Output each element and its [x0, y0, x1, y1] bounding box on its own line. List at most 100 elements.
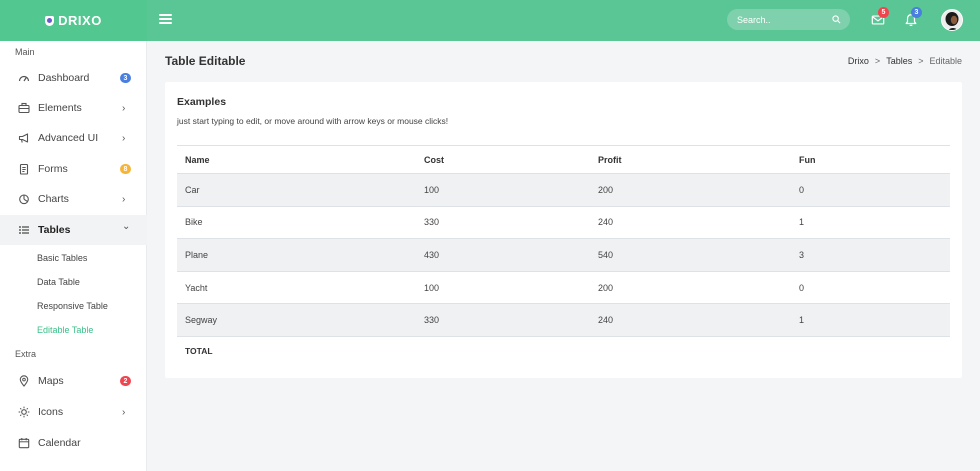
column-header-name: Name	[177, 145, 416, 174]
sidebar-item-maps[interactable]: Maps 2	[0, 366, 147, 396]
table-cell[interactable]: 100	[416, 271, 590, 305]
search-icon[interactable]	[832, 15, 841, 24]
sidebar-item-label: Tables	[38, 224, 71, 236]
breadcrumb-current: Editable	[929, 56, 962, 66]
mail-count-badge: 5	[878, 7, 889, 18]
briefcase-icon	[18, 102, 30, 114]
sidebar-item-label: Charts	[38, 193, 69, 205]
sidebar-item-tables[interactable]: Tables ⌄	[0, 215, 147, 245]
menu-toggle-button[interactable]	[159, 14, 172, 24]
brand-name: DRIXO	[58, 13, 102, 28]
table-cell[interactable]: 100	[416, 173, 590, 207]
table-total-cell	[590, 336, 791, 364]
brand-area: DRIXO	[0, 0, 147, 41]
sidebar-heading-main: Main	[15, 47, 35, 57]
column-header-cost: Cost	[416, 145, 590, 174]
user-avatar[interactable]	[941, 9, 963, 31]
table-cell[interactable]: 0	[791, 173, 950, 207]
map-pin-icon	[18, 375, 30, 387]
table-cell[interactable]: Bike	[177, 206, 416, 240]
sidebar-item-forms[interactable]: Forms 8	[0, 154, 147, 184]
sidebar-item-label: Elements	[38, 102, 82, 114]
table-footer-row: TOTAL	[177, 336, 950, 364]
table-cell[interactable]: Car	[177, 173, 416, 207]
top-bar: DRIXO 5 3	[0, 0, 980, 41]
table-total-cell	[416, 336, 590, 364]
table-row: Segway 330 240 1	[177, 303, 950, 337]
breadcrumb-separator-icon: >	[874, 56, 881, 66]
table-cell[interactable]: 200	[590, 173, 791, 207]
editable-table: Name Cost Profit Fun Car 100 200 0 Bike …	[177, 145, 950, 364]
card-subtitle: just start typing to edit, or move aroun…	[177, 116, 449, 126]
notifications-button[interactable]: 3	[901, 7, 922, 30]
sidebar-item-calendar[interactable]: Calendar	[0, 428, 147, 458]
table-cell[interactable]: 330	[416, 303, 590, 337]
table-cell[interactable]: 1	[791, 303, 950, 337]
hamburger-icon-bar	[159, 14, 172, 16]
table-row: Car 100 200 0	[177, 173, 950, 207]
table-cell[interactable]: 1	[791, 206, 950, 240]
table-cell[interactable]: 240	[590, 206, 791, 240]
table-row: Plane 430 540 3	[177, 238, 950, 272]
brand-logo[interactable]: DRIXO	[45, 13, 102, 28]
sidebar-item-charts[interactable]: Charts ›	[0, 184, 147, 214]
table-total-cell	[791, 336, 950, 364]
chevron-right-icon: ›	[122, 102, 126, 114]
table-cell[interactable]: 240	[590, 303, 791, 337]
calendar-icon	[18, 437, 30, 449]
sidebar-item-label: Dashboard	[38, 72, 90, 84]
chevron-right-icon: ›	[122, 193, 126, 205]
table-row: Yacht 100 200 0	[177, 271, 950, 305]
search-box	[727, 9, 850, 30]
sidebar-item-label: Icons	[38, 406, 64, 418]
chevron-right-icon: ›	[122, 132, 126, 144]
megaphone-icon	[18, 132, 30, 144]
notification-count-badge: 3	[911, 7, 922, 18]
breadcrumb-separator-icon: >	[918, 56, 924, 66]
hamburger-icon-bar	[159, 22, 172, 24]
maps-count-badge: 2	[120, 376, 131, 386]
sidebar-item-icons[interactable]: Icons ›	[0, 397, 147, 427]
table-total-label: TOTAL	[185, 345, 213, 356]
table-cell[interactable]: 330	[416, 206, 590, 240]
table-cell[interactable]: Segway	[177, 303, 416, 337]
forms-count-badge: 8	[120, 164, 131, 174]
sidebar-subitem-responsive-table[interactable]: Responsive Table	[37, 301, 108, 311]
pie-chart-icon	[18, 193, 30, 205]
sidebar-item-label: Maps	[38, 375, 64, 387]
table-cell[interactable]: Plane	[177, 238, 416, 272]
table-cell[interactable]: 0	[791, 271, 950, 305]
chevron-down-icon: ⌄	[122, 221, 131, 232]
examples-card: Examples just start typing to edit, or m…	[165, 82, 962, 378]
table-cell[interactable]: 200	[590, 271, 791, 305]
dashboard-gauge-icon	[18, 72, 30, 84]
sidebar-item-elements[interactable]: Elements ›	[0, 93, 147, 123]
sun-icon	[18, 406, 30, 418]
table-cell[interactable]: 430	[416, 238, 590, 272]
breadcrumb: Drixo > Tables > Editable	[848, 56, 962, 66]
list-icon	[18, 224, 30, 236]
chevron-right-icon: ›	[122, 406, 126, 418]
sidebar-heading-extra: Extra	[15, 349, 37, 359]
card-title: Examples	[177, 96, 227, 108]
search-input[interactable]	[737, 9, 832, 30]
sidebar-item-advanced-ui[interactable]: Advanced UI ›	[0, 123, 147, 153]
page-title: Table Editable	[165, 54, 246, 68]
table-cell[interactable]: 540	[590, 238, 791, 272]
sidebar-subitem-data-table[interactable]: Data Table	[37, 277, 80, 287]
sidebar-subitem-basic-tables[interactable]: Basic Tables	[37, 253, 87, 263]
sidebar: Main Dashboard 3 Elements › Advanced UI …	[0, 41, 147, 471]
mail-button[interactable]: 5	[868, 7, 889, 30]
table-cell[interactable]: 3	[791, 238, 950, 272]
column-header-fun: Fun	[791, 145, 950, 174]
sidebar-item-label: Advanced UI	[38, 132, 99, 144]
breadcrumb-link-tables[interactable]: Tables	[886, 56, 912, 66]
clipboard-icon	[18, 163, 30, 175]
table-cell[interactable]: Yacht	[177, 271, 416, 305]
breadcrumb-link-drixo[interactable]: Drixo	[848, 56, 869, 66]
column-header-profit: Profit	[590, 145, 791, 174]
table-row: Bike 330 240 1	[177, 206, 950, 240]
sidebar-item-dashboard[interactable]: Dashboard 3	[0, 63, 147, 93]
sidebar-subitem-editable-table[interactable]: Editable Table	[37, 325, 93, 335]
user-photo-icon	[942, 10, 962, 30]
